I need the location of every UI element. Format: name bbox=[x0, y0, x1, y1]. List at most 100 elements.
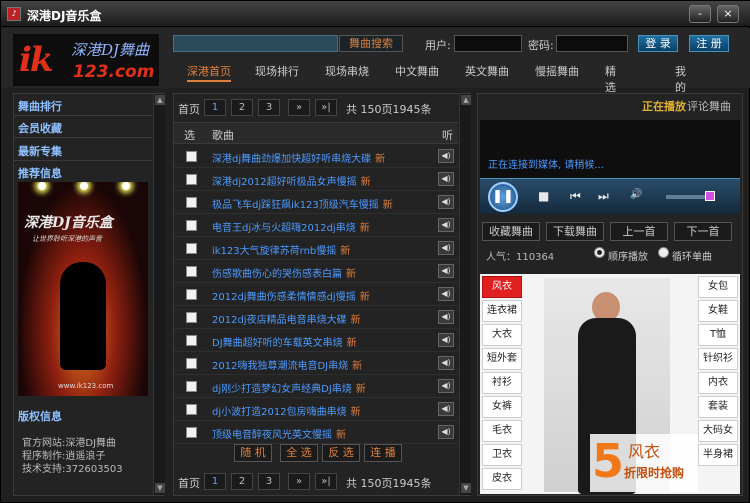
select-all-button[interactable]: 全 选 bbox=[280, 444, 318, 462]
ad-promo[interactable]: 5 风衣 折限时抢购 bbox=[590, 434, 698, 492]
ad-category-left[interactable]: 连衣裙 bbox=[482, 300, 522, 322]
table-row[interactable]: 2012dj夜店精品电音串烧大碟新 ◀) bbox=[174, 306, 458, 329]
play-song-icon[interactable]: ◀) bbox=[438, 356, 454, 370]
play-song-icon[interactable]: ◀) bbox=[438, 264, 454, 278]
fashion-ad[interactable]: 风衣连衣裙大衣短外套衬衫女裤毛衣卫衣皮衣 女包女鞋T恤针织衫内衣套装大码女装半身… bbox=[480, 274, 740, 494]
song-title[interactable]: 2012嗨我独尊潮流电音DJ串烧新 bbox=[212, 357, 362, 372]
play-song-icon[interactable]: ◀) bbox=[438, 402, 454, 416]
tab-live-rank[interactable]: 现场排行 bbox=[255, 63, 299, 79]
song-title[interactable]: 2012dj夜店精品电音串烧大碟新 bbox=[212, 311, 361, 326]
last-page-icon[interactable]: »| bbox=[315, 473, 337, 490]
play-song-icon[interactable]: ◀) bbox=[438, 218, 454, 232]
sidebar-item-recommend[interactable]: 推荐信息 bbox=[18, 165, 62, 181]
scroll-down-icon[interactable]: ▼ bbox=[155, 483, 165, 493]
favorite-song-button[interactable]: 收藏舞曲 bbox=[482, 222, 540, 241]
volume-knob[interactable] bbox=[705, 191, 715, 201]
song-title[interactable]: 电音王dj冰与火超嗨2012dj串烧新 bbox=[212, 219, 370, 234]
table-row[interactable]: 2012dj舞曲伤感柔情情感dj慢摇新 ◀) bbox=[174, 283, 458, 306]
song-title[interactable]: dj刚少打造梦幻女声经典DJ串烧新 bbox=[212, 380, 366, 395]
play-song-icon[interactable]: ◀) bbox=[438, 379, 454, 393]
ad-category-right[interactable]: T恤 bbox=[698, 324, 738, 346]
table-row[interactable]: ik123大气旋律苏荷rnb慢摇新 ◀) bbox=[174, 237, 458, 260]
ad-category-left[interactable]: 衬衫 bbox=[482, 372, 522, 394]
previous-song-button[interactable]: 上一首 bbox=[610, 222, 668, 241]
ad-category-right[interactable]: 半身裙 bbox=[698, 444, 738, 466]
title-bar[interactable]: ♪ 深港DJ音乐盒 - × bbox=[1, 1, 750, 27]
pause-icon[interactable]: ❚❚ bbox=[488, 182, 518, 212]
song-checkbox[interactable] bbox=[186, 312, 197, 323]
play-song-icon[interactable]: ◀) bbox=[438, 195, 454, 209]
ad-category-right[interactable]: 女鞋 bbox=[698, 300, 738, 322]
last-page-icon[interactable]: »| bbox=[315, 99, 337, 116]
song-title[interactable]: DJ舞曲超好听的车载英文串烧新 bbox=[212, 334, 357, 349]
table-row[interactable]: dj刚少打造梦幻女声经典DJ串烧新 ◀) bbox=[174, 375, 458, 398]
play-song-icon[interactable]: ◀) bbox=[438, 149, 454, 163]
ad-category-left[interactable]: 大衣 bbox=[482, 324, 522, 346]
song-checkbox[interactable] bbox=[186, 381, 197, 392]
ad-category-left[interactable]: 风衣 bbox=[482, 276, 522, 298]
table-row[interactable]: DJ舞曲超好听的车载英文串烧新 ◀) bbox=[174, 329, 458, 352]
scroll-up-icon[interactable]: ▲ bbox=[155, 95, 165, 105]
song-title[interactable]: 极品飞车dj踩狂飙ik123顶级汽车慢摇新 bbox=[212, 196, 393, 211]
table-row[interactable]: 2012嗨我独尊潮流电音DJ串烧新 ◀) bbox=[174, 352, 458, 375]
table-row[interactable]: 深港dj2012超好听极品女声慢摇新 ◀) bbox=[174, 168, 458, 191]
table-row[interactable]: 电音王dj冰与火超嗨2012dj串烧新 ◀) bbox=[174, 214, 458, 237]
close-button[interactable]: × bbox=[717, 5, 739, 23]
table-row[interactable]: 深港dj舞曲劲爆加快超好听串烧大碟新 ◀) bbox=[174, 145, 458, 168]
play-song-icon[interactable]: ◀) bbox=[438, 310, 454, 324]
song-title[interactable]: ik123大气旋律苏荷rnb慢摇新 bbox=[212, 242, 350, 257]
song-checkbox[interactable] bbox=[186, 266, 197, 277]
tab-live-medley[interactable]: 现场串烧 bbox=[325, 63, 369, 79]
previous-icon[interactable]: ⏮ bbox=[570, 189, 581, 204]
minimize-button[interactable]: - bbox=[689, 5, 711, 23]
first-page-link[interactable]: 首页 bbox=[178, 475, 200, 491]
song-title[interactable]: 深港dj2012超好听极品女声慢摇新 bbox=[212, 173, 371, 188]
sidebar-item-albums[interactable]: 最新专集 bbox=[18, 143, 62, 159]
next-page-icon[interactable]: » bbox=[288, 473, 310, 490]
play-song-icon[interactable]: ◀) bbox=[438, 425, 454, 439]
table-row[interactable]: dj小波打造2012包房嗨曲串烧新 ◀) bbox=[174, 398, 458, 421]
next-icon[interactable]: ⏭ bbox=[598, 189, 609, 204]
page-3-button[interactable]: 3 bbox=[258, 99, 280, 116]
next-page-icon[interactable]: » bbox=[288, 99, 310, 116]
sidebar-item-rank[interactable]: 舞曲排行 bbox=[18, 98, 62, 114]
page-2-button[interactable]: 2 bbox=[231, 99, 253, 116]
login-button[interactable]: 登 录 bbox=[638, 35, 678, 52]
song-checkbox[interactable] bbox=[186, 358, 197, 369]
search-input[interactable] bbox=[173, 35, 338, 52]
repeat-one-radio[interactable] bbox=[658, 247, 669, 258]
song-checkbox[interactable] bbox=[186, 197, 197, 208]
register-button[interactable]: 注 册 bbox=[689, 35, 729, 52]
first-page-link[interactable]: 首页 bbox=[178, 101, 200, 117]
ad-category-right[interactable]: 针织衫 bbox=[698, 348, 738, 370]
scroll-down-icon[interactable]: ▼ bbox=[461, 483, 471, 493]
play-song-icon[interactable]: ◀) bbox=[438, 241, 454, 255]
song-checkbox[interactable] bbox=[186, 174, 197, 185]
page-1-button[interactable]: 1 bbox=[204, 473, 226, 490]
song-checkbox[interactable] bbox=[186, 243, 197, 254]
next-song-button[interactable]: 下一首 bbox=[674, 222, 732, 241]
play-song-icon[interactable]: ◀) bbox=[438, 333, 454, 347]
song-checkbox[interactable] bbox=[186, 427, 197, 438]
table-row[interactable]: 顶级电音醉夜风光英文慢摇新 ◀) bbox=[174, 421, 458, 444]
song-checkbox[interactable] bbox=[186, 335, 197, 346]
tab-home[interactable]: 深港首页 bbox=[187, 63, 231, 82]
song-title[interactable]: dj小波打造2012包房嗨曲串烧新 bbox=[212, 403, 361, 418]
table-row[interactable]: 伤感歌曲伤心的哭伤感表白篇新 ◀) bbox=[174, 260, 458, 283]
song-checkbox[interactable] bbox=[186, 220, 197, 231]
table-row[interactable]: 极品飞车dj踩狂飙ik123顶级汽车慢摇新 ◀) bbox=[174, 191, 458, 214]
song-title[interactable]: 顶级电音醉夜风光英文慢摇新 bbox=[212, 426, 346, 441]
ad-category-right[interactable]: 套装 bbox=[698, 396, 738, 418]
scroll-up-icon[interactable]: ▲ bbox=[461, 95, 471, 105]
order-play-radio[interactable] bbox=[594, 247, 605, 258]
continuous-play-button[interactable]: 连 播 bbox=[364, 444, 402, 462]
ad-category-right[interactable]: 大码女装 bbox=[698, 420, 738, 456]
song-title[interactable]: 深港dj舞曲劲爆加快超好听串烧大碟新 bbox=[212, 150, 385, 165]
page-1-button[interactable]: 1 bbox=[204, 99, 226, 116]
comment-link[interactable]: 评论舞曲 bbox=[687, 98, 731, 114]
song-checkbox[interactable] bbox=[186, 289, 197, 300]
play-song-icon[interactable]: ◀) bbox=[438, 287, 454, 301]
page-2-button[interactable]: 2 bbox=[231, 473, 253, 490]
song-title[interactable]: 2012dj舞曲伤感柔情情感dj慢摇新 bbox=[212, 288, 370, 303]
ad-category-left[interactable]: 皮衣 bbox=[482, 468, 522, 490]
